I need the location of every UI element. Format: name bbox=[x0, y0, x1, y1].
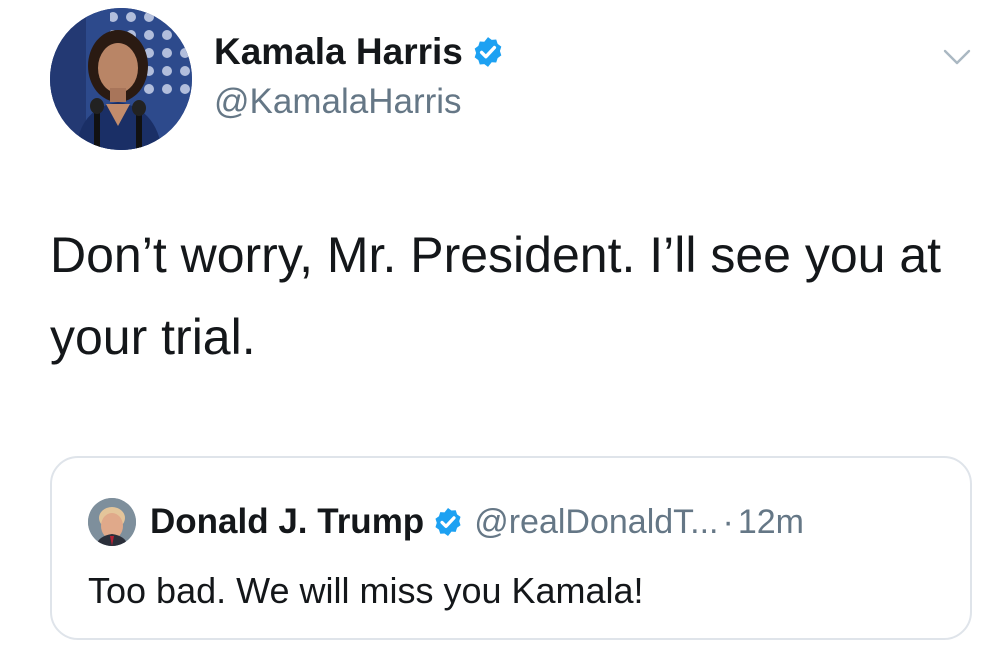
tweet: Kamala Harris @KamalaHarris Don’t worry,… bbox=[0, 0, 1000, 668]
quoted-tweet-text: Too bad. We will miss you Kamala! bbox=[88, 570, 644, 611]
quoted-author-avatar[interactable] bbox=[88, 498, 136, 546]
separator-dot: · bbox=[722, 502, 734, 541]
author-avatar[interactable] bbox=[50, 8, 192, 150]
avatar-photo-icon bbox=[88, 498, 136, 546]
avatar-photo-icon bbox=[50, 8, 192, 150]
verified-badge-icon bbox=[435, 508, 461, 536]
author-handle[interactable]: @KamalaHarris bbox=[214, 82, 462, 122]
quoted-tweet-header: Donald J. Trump @realDonaldT... · 12m bbox=[150, 496, 804, 548]
quoted-tweet-card[interactable]: Donald J. Trump @realDonaldT... · 12m To… bbox=[50, 456, 972, 640]
quoted-tweet-timestamp[interactable]: 12m bbox=[738, 503, 804, 542]
quoted-author-name[interactable]: Donald J. Trump bbox=[150, 502, 424, 542]
chevron-down-icon[interactable] bbox=[942, 46, 972, 68]
tweet-text: Don’t worry, Mr. President. I’ll see you… bbox=[50, 227, 942, 365]
verified-badge-icon bbox=[474, 37, 502, 67]
author-name-row: Kamala Harris bbox=[214, 28, 505, 76]
author-name[interactable]: Kamala Harris bbox=[214, 31, 463, 73]
quoted-author-handle[interactable]: @realDonaldT... bbox=[474, 503, 718, 542]
